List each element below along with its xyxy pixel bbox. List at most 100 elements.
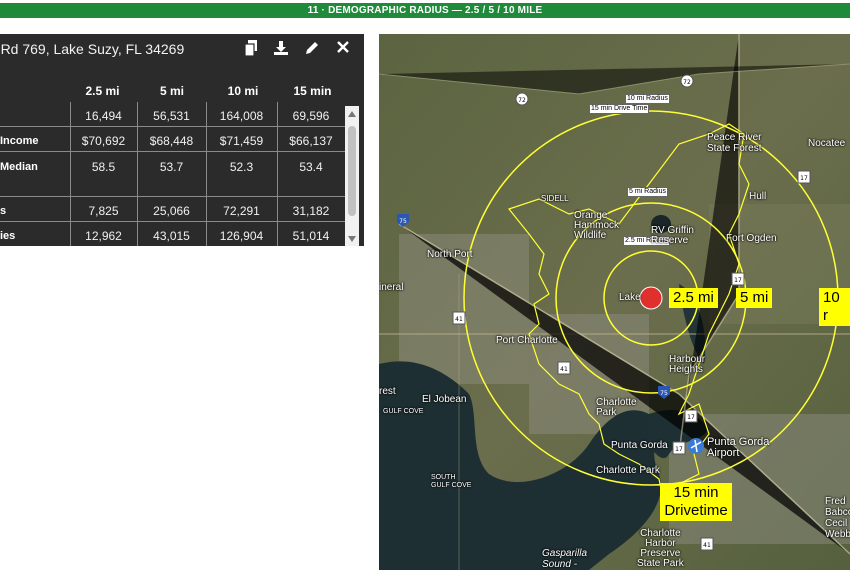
road-shield-icon: 17 (672, 441, 686, 455)
table-cell: 126,904 (219, 229, 264, 243)
radius-tag: 10 mi Radius (625, 94, 670, 104)
place-label: Punta Gorda Airport (707, 436, 770, 459)
table-cell: $70,692 (81, 134, 126, 148)
divider (277, 102, 278, 246)
road-shield-icon: 17 (684, 409, 698, 423)
road-shield-icon: 41 (700, 537, 714, 551)
road-shield-icon: 41 (557, 361, 571, 375)
table-scrollbar[interactable] (345, 106, 359, 246)
col-header: 5 mi (159, 84, 184, 98)
place-label: Orange Hammock Wildlife (574, 210, 620, 241)
svg-text:75: 75 (660, 390, 668, 397)
svg-text:41: 41 (703, 542, 711, 549)
slide-header: 11 · DEMOGRAPHIC RADIUS — 2.5 / 5 / 10 M… (0, 0, 850, 20)
table-cell: 51,014 (292, 229, 330, 243)
scroll-up-icon[interactable] (348, 111, 356, 117)
place-label: Gasparilla Sound - (542, 548, 588, 570)
place-label: rest (379, 386, 396, 397)
table-cell: 53.4 (299, 160, 323, 174)
place-label: SOUTH GULF COVE (431, 474, 472, 489)
row-label: Median (0, 161, 38, 173)
table-cell: 25,066 (153, 204, 190, 218)
place-label: Hull (749, 191, 767, 202)
table-cell: $66,137 (289, 134, 333, 148)
address-title: nty Rd 769, Lake Suzy, FL 34269 (0, 41, 185, 57)
table-cell: 7,825 (88, 204, 119, 218)
road-shield-icon: 41 (452, 311, 466, 325)
place-label: Charlotte Park (596, 397, 637, 418)
road-shield-icon: 72 (515, 92, 529, 106)
table-cell: $71,459 (219, 134, 264, 148)
col-header: 2.5 mi (85, 84, 120, 98)
place-label: Charlotte Park (596, 465, 660, 476)
row-label: s (0, 205, 7, 217)
svg-text:17: 17 (800, 175, 808, 182)
place-label: Nocatee (808, 138, 846, 149)
divider (137, 102, 138, 246)
site-pin-icon[interactable] (639, 286, 663, 310)
place-label: Port Charlotte (496, 335, 558, 346)
svg-text:17: 17 (675, 446, 683, 453)
place-label: Punta Gorda (611, 440, 668, 451)
svg-text:75: 75 (399, 218, 407, 225)
place-label: Fort Ogden (726, 233, 777, 244)
road-shield-icon: 72 (680, 74, 694, 88)
divider (70, 102, 71, 246)
divider (206, 102, 207, 246)
place-label: Lake (619, 292, 641, 303)
place-label: Peace River State Forest (707, 132, 762, 154)
place-label: Harbour Heights (669, 354, 706, 375)
panel-header: nty Rd 769, Lake Suzy, FL 34269 (0, 34, 364, 64)
place-label: North Port (427, 249, 473, 260)
table-cell: 58.5 (91, 160, 116, 174)
table-cell: 43,015 (153, 229, 190, 243)
edit-icon[interactable] (304, 40, 320, 56)
svg-text:72: 72 (518, 97, 526, 104)
table-cell: 53.7 (159, 160, 184, 174)
table-cell: 52.3 (229, 160, 254, 174)
place-label: SIDELL (541, 194, 569, 203)
road-shield-icon: 17 (731, 272, 745, 286)
radius-tag: 5 mi Radius (627, 187, 668, 197)
table-cell: 164,008 (219, 109, 264, 123)
svg-text:41: 41 (455, 316, 463, 323)
row-label: ies (0, 230, 16, 242)
divider (0, 221, 345, 222)
col-header: 10 mi (227, 84, 259, 98)
svg-text:41: 41 (560, 366, 568, 373)
ring-label-drivetime: 15 min Drivetime (660, 483, 732, 521)
demographics-panel: nty Rd 769, Lake Suzy, FL 34269 2.5 mi 5… (0, 34, 364, 246)
table-cell: $68,448 (149, 134, 194, 148)
road-shield-icon: 17 (797, 170, 811, 184)
ring-label-5mi: 5 mi (736, 288, 773, 308)
table-cell: 72,291 (223, 204, 260, 218)
svg-text:72: 72 (683, 79, 691, 86)
svg-text:17: 17 (687, 414, 695, 421)
ring-label-10mi: 10 r (819, 288, 850, 326)
place-label: Charlotte Harbor Preserve State Park (637, 528, 684, 569)
place-label: Fred Babco Cecil Webb (825, 496, 850, 540)
divider (0, 151, 345, 152)
table-cell: 69,596 (292, 109, 330, 123)
close-icon[interactable] (335, 40, 351, 56)
scroll-thumb[interactable] (348, 126, 356, 216)
download-icon[interactable] (273, 40, 289, 56)
divider (0, 196, 345, 197)
svg-text:17: 17 (734, 277, 742, 284)
table-cell: 16,494 (85, 109, 122, 123)
slide-title: 11 · DEMOGRAPHIC RADIUS — 2.5 / 5 / 10 M… (0, 3, 850, 18)
place-label: RV Griffin Reserve (651, 225, 694, 246)
row-label: Income (0, 135, 39, 147)
place-label: El Jobean (422, 394, 467, 405)
divider (0, 126, 345, 127)
radius-tag: 15 min Drive Time (589, 104, 650, 114)
place-label: ineral (379, 282, 404, 293)
table-cell: 56,531 (153, 109, 190, 123)
table-cell: 31,182 (292, 204, 330, 218)
satellite-map[interactable]: 72 72 17 75 17 41 41 75 17 17 41 10 mi R… (379, 34, 850, 570)
ring-label-2-5mi: 2.5 mi (669, 288, 718, 308)
copy-icon[interactable] (243, 40, 259, 57)
col-header: 15 min (293, 84, 332, 98)
scroll-down-icon[interactable] (348, 236, 356, 242)
table-cell: 12,962 (85, 229, 122, 243)
